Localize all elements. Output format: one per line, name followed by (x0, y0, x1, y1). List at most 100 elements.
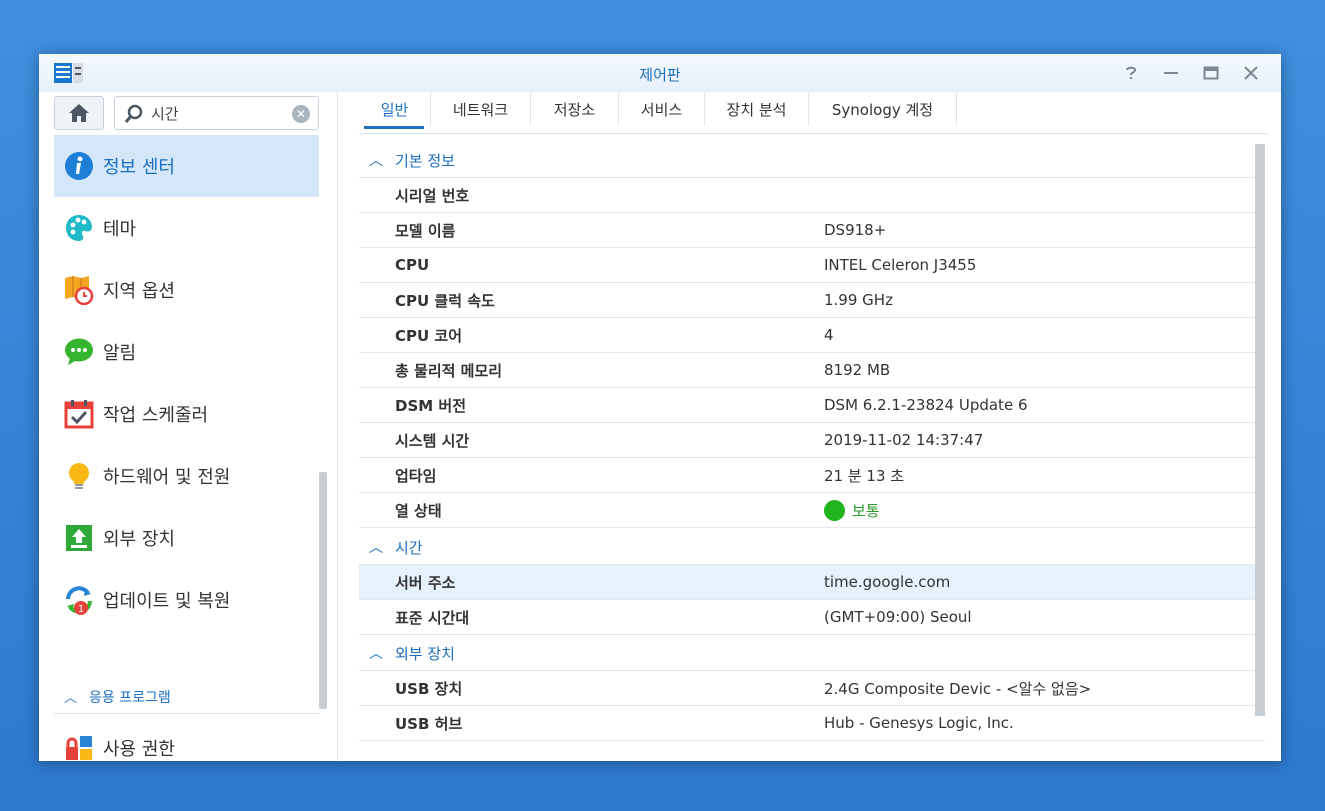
permissions-icon (66, 736, 92, 760)
info-value: 2019-11-02 14:37:47 (824, 431, 984, 449)
info-row: 열 상태 보통 (359, 493, 1265, 528)
info-panel: ︿ 기본 정보 시리얼 번호 모델 이름 DS918+ CPU INTEL Celer… (359, 143, 1265, 743)
info-row: CPU 클럭 속도 1.99 GHz (359, 283, 1265, 318)
sidebar-item-label: 지역 옵션 (103, 281, 175, 302)
tab-device-analytics[interactable]: 장치 분석 (705, 92, 809, 126)
info-value: (GMT+09:00) Seoul (824, 608, 972, 626)
update-icon: 1 (66, 586, 92, 615)
sidebar-item-label: 하드웨어 및 전원 (103, 467, 231, 488)
upload-box-icon (66, 525, 92, 551)
section-header-applications[interactable]: ︿ 응용 프로그램 (54, 680, 319, 714)
info-key: 총 물리적 메모리 (395, 361, 503, 380)
sidebar-item-task-scheduler[interactable]: 작업 스케줄러 (54, 383, 319, 445)
window-title: 제어판 (639, 66, 681, 84)
info-key: 표준 시간대 (395, 608, 470, 627)
tab-network[interactable]: 네트워크 (431, 92, 531, 126)
sidebar-item-theme[interactable]: 테마 (54, 197, 319, 259)
tab-general[interactable]: 일반 (359, 92, 431, 126)
info-key: 서버 주소 (395, 573, 456, 592)
sidebar-item-label: 테마 (103, 219, 137, 240)
group-header-external-devices[interactable]: ︿ 외부 장치 (359, 636, 1265, 671)
info-key: 업타임 (395, 466, 437, 485)
info-row: 총 물리적 메모리 8192 MB (359, 353, 1265, 388)
sidebar-item-label: 알림 (103, 343, 137, 364)
info-key: 시스템 시간 (395, 431, 470, 450)
tab-label: 서비스 (640, 100, 683, 119)
help-icon[interactable] (1121, 63, 1141, 83)
clear-search-icon[interactable]: ✕ (292, 105, 310, 123)
info-row: 표준 시간대 (GMT+09:00) Seoul (359, 600, 1265, 635)
info-value: DSM 6.2.1-23824 Update 6 (824, 396, 1028, 414)
sidebar-item-permissions[interactable]: 사용 권한 (54, 717, 319, 761)
tab-label: 저장소 (553, 100, 596, 119)
section-header-label: 응용 프로그램 (89, 689, 171, 706)
palette-icon (66, 215, 92, 241)
info-icon (65, 152, 93, 180)
map-clock-icon (65, 276, 94, 305)
info-row: DSM 버전 DSM 6.2.1-23824 Update 6 (359, 388, 1265, 423)
info-key: USB 허브 (395, 714, 463, 733)
chevron-up-icon: ︿ (369, 540, 383, 556)
sidebar-scrollbar[interactable] (319, 472, 327, 709)
lightbulb-icon (69, 463, 89, 489)
sidebar-item-notification[interactable]: 알림 (54, 321, 319, 383)
group-header-basic-info[interactable]: ︿ 기본 정보 (359, 143, 1265, 178)
info-value: 보통 (852, 501, 880, 520)
info-row: 업타임 21 분 13 초 (359, 458, 1265, 493)
update-badge: 1 (78, 604, 84, 615)
tab-synology-account[interactable]: Synology 계정 (809, 92, 957, 126)
info-value: 21 분 13 초 (824, 466, 905, 485)
search-field[interactable]: ✕ (114, 96, 319, 130)
tab-storage[interactable]: 저장소 (531, 92, 619, 126)
info-row: 시스템 시간 2019-11-02 14:37:47 (359, 423, 1265, 458)
info-key: CPU (395, 256, 430, 274)
control-panel-window: 제어판 ✕ 정보 센터 테마 (39, 54, 1281, 761)
info-key: CPU 코어 (395, 326, 463, 345)
info-key: CPU 클럭 속도 (395, 291, 495, 310)
group-title: 외부 장치 (395, 644, 455, 663)
close-icon[interactable] (1241, 63, 1261, 83)
info-key: 열 상태 (395, 501, 442, 520)
title-bar: 제어판 (39, 54, 1281, 92)
info-row: 서버 주소 time.google.com (359, 565, 1265, 600)
sidebar-item-label: 업데이트 및 복원 (103, 591, 231, 612)
info-row: CPU 코어 4 (359, 318, 1265, 353)
sidebar-item-update-restore[interactable]: 1 업데이트 및 복원 (54, 569, 319, 631)
info-value: 2.4G Composite Devic - <알수 없음> (824, 679, 1092, 698)
panel-scrollbar[interactable] (1255, 144, 1265, 716)
sidebar-item-regional-options[interactable]: 지역 옵션 (54, 259, 319, 321)
thermal-status: 보통 (824, 499, 880, 521)
sidebar-item-external-devices[interactable]: 외부 장치 (54, 507, 319, 569)
home-button[interactable] (54, 96, 104, 130)
info-key: 모델 이름 (395, 221, 456, 240)
group-title: 시간 (395, 538, 423, 557)
info-value: INTEL Celeron J3455 (824, 256, 977, 274)
sidebar-divider (337, 92, 338, 761)
calendar-check-icon (64, 400, 94, 429)
sidebar-item-label: 정보 센터 (103, 157, 175, 178)
search-input[interactable] (151, 103, 291, 123)
info-row: CPU INTEL Celeron J3455 (359, 248, 1265, 283)
group-title: 기본 정보 (395, 151, 455, 170)
maximize-icon[interactable] (1201, 63, 1221, 83)
info-value: 1.99 GHz (824, 291, 893, 309)
tab-label: Synology 계정 (831, 100, 934, 119)
minimize-icon[interactable] (1161, 63, 1181, 83)
tab-services[interactable]: 서비스 (619, 92, 705, 126)
info-key: 시리얼 번호 (395, 186, 470, 205)
sidebar-item-info-center[interactable]: 정보 센터 (54, 135, 319, 197)
tab-label: 네트워크 (452, 100, 509, 119)
group-header-time[interactable]: ︿ 시간 (359, 530, 1265, 565)
info-key: DSM 버전 (395, 396, 467, 415)
chevron-up-icon: ︿ (369, 646, 383, 662)
tab-bar: 일반 네트워크 저장소 서비스 장치 분석 Synology 계정 (359, 92, 1267, 134)
home-icon (69, 104, 89, 122)
info-value: 8192 MB (824, 361, 891, 379)
info-row: USB 장치 2.4G Composite Devic - <알수 없음> (359, 671, 1265, 706)
sidebar-item-hardware-power[interactable]: 하드웨어 및 전원 (54, 445, 319, 507)
tab-label: 일반 (380, 100, 409, 119)
info-value: 4 (824, 326, 834, 344)
sidebar-item-label: 사용 권한 (103, 739, 175, 760)
tab-label: 장치 분석 (726, 100, 787, 119)
search-icon (124, 104, 143, 123)
